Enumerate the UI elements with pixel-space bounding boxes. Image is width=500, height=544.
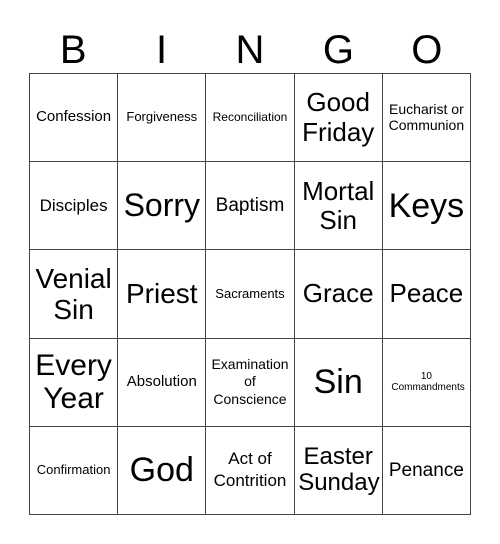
cell-text: Good Friday bbox=[302, 87, 375, 147]
bingo-cell[interactable]: Penance bbox=[382, 426, 471, 515]
bingo-cell[interactable]: Disciples bbox=[30, 162, 119, 251]
cell-text: Penance bbox=[388, 459, 464, 481]
header-letter-i: I bbox=[156, 28, 168, 72]
bingo-cell[interactable]: Venial Sin bbox=[30, 250, 119, 339]
cell-text: Eucharist or Communion bbox=[388, 100, 465, 133]
bingo-cell[interactable]: Reconciliation bbox=[206, 74, 295, 163]
bingo-cell[interactable]: Sorry bbox=[118, 162, 207, 251]
cell-text: Examination of Conscience bbox=[211, 355, 289, 407]
cell-text: Sin bbox=[313, 363, 363, 402]
header-letter-n: N bbox=[235, 28, 265, 72]
header-letter-o: O bbox=[411, 28, 443, 72]
bingo-cell[interactable]: Confirmation bbox=[30, 426, 119, 515]
bingo-cell[interactable]: Every Year bbox=[30, 338, 119, 427]
bingo-cell[interactable]: Act of Contrition bbox=[206, 426, 295, 515]
cell-text: 10 Commandments bbox=[391, 371, 465, 394]
bingo-cell[interactable]: Confession bbox=[30, 74, 119, 163]
cell-text: Sorry bbox=[123, 186, 201, 223]
bingo-cell[interactable]: Absolution bbox=[118, 338, 207, 427]
cell-text: Priest bbox=[126, 278, 198, 310]
bingo-cell[interactable]: Keys bbox=[382, 162, 471, 251]
cell-text: Easter Sunday bbox=[298, 442, 380, 497]
header-letter-b: B bbox=[59, 28, 87, 72]
cell-text: Mortal Sin bbox=[302, 175, 375, 235]
bingo-cell[interactable]: Priest bbox=[118, 250, 207, 339]
cell-text: Forgiveness bbox=[126, 109, 198, 125]
cell-text: Confession bbox=[36, 108, 112, 126]
cell-text: Baptism bbox=[215, 195, 285, 217]
cell-text: Confirmation bbox=[36, 462, 111, 478]
cell-text: Reconciliation bbox=[212, 109, 288, 124]
cell-text: Absolution bbox=[126, 372, 197, 390]
bingo-header: B I N G O bbox=[29, 28, 471, 73]
cell-text: Peace bbox=[389, 278, 464, 309]
bingo-cell[interactable]: Easter Sunday bbox=[294, 426, 383, 515]
bingo-cell[interactable]: Forgiveness bbox=[118, 74, 207, 163]
cell-text: Grace bbox=[302, 278, 374, 309]
cell-text: Sacraments bbox=[215, 285, 285, 301]
cell-text: Every Year bbox=[35, 348, 112, 416]
bingo-cell[interactable]: Sacraments bbox=[206, 250, 295, 339]
cell-text: Keys bbox=[388, 186, 465, 225]
header-letter-g: G bbox=[322, 28, 354, 72]
bingo-cell[interactable]: Mortal Sin bbox=[294, 162, 383, 251]
bingo-cell[interactable]: Sin bbox=[294, 338, 383, 427]
cell-text: God bbox=[129, 451, 194, 490]
bingo-cell[interactable]: 10 Commandments bbox=[382, 338, 471, 427]
bingo-cell[interactable]: Eucharist or Communion bbox=[382, 74, 471, 163]
bingo-cell[interactable]: Grace bbox=[294, 250, 383, 339]
cell-text: Venial Sin bbox=[35, 262, 112, 325]
bingo-cell[interactable]: Good Friday bbox=[294, 74, 383, 163]
bingo-cell[interactable]: Examination of Conscience bbox=[206, 338, 295, 427]
bingo-cell[interactable]: Peace bbox=[382, 250, 471, 339]
bingo-grid: Confession Forgiveness Reconciliation Go… bbox=[29, 73, 471, 515]
bingo-cell[interactable]: Baptism bbox=[206, 162, 295, 251]
cell-text: Disciples bbox=[39, 196, 108, 216]
bingo-cell[interactable]: God bbox=[118, 426, 207, 515]
cell-text: Act of Contrition bbox=[213, 449, 287, 491]
